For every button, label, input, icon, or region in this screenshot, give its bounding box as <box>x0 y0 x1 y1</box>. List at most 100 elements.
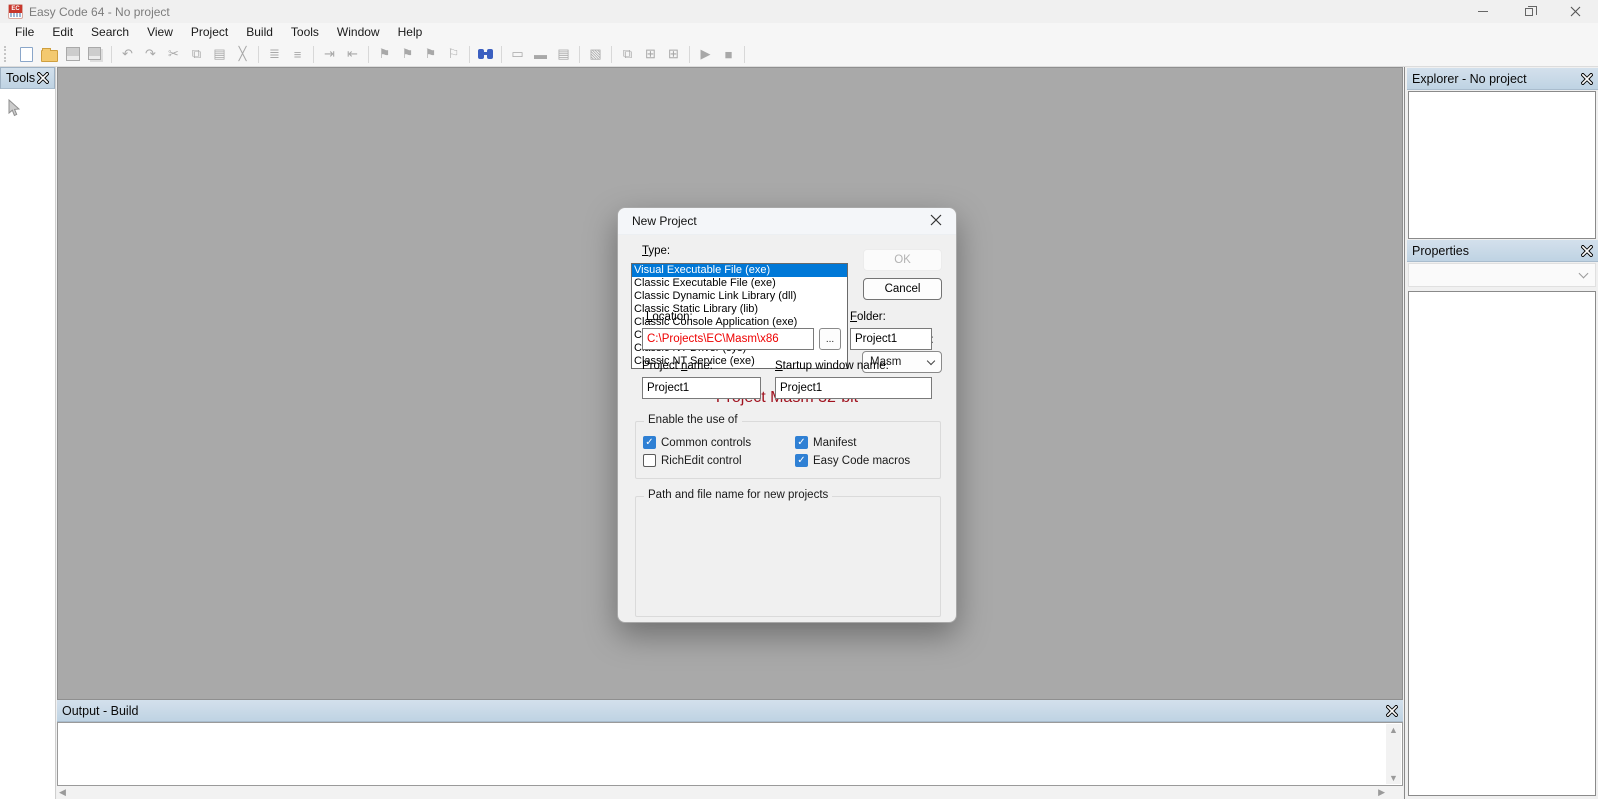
find-icon[interactable] <box>474 44 497 64</box>
toggle-bookmark-icon[interactable]: ⚑ <box>373 44 396 64</box>
menu-tools[interactable]: Tools <box>282 23 328 42</box>
enable-group: Enable the use of Common controls Manife… <box>635 421 941 479</box>
type-option[interactable]: Classic Executable File (exe) <box>632 277 847 290</box>
new-window-icon[interactable]: ▭ <box>506 44 529 64</box>
open-file-icon[interactable] <box>38 44 61 64</box>
properties-object-select[interactable] <box>1408 263 1596 287</box>
save-icon[interactable] <box>61 44 84 64</box>
menu-build[interactable]: Build <box>237 23 282 42</box>
clear-bookmarks-icon[interactable]: ⚐ <box>442 44 465 64</box>
checkbox-box[interactable] <box>795 454 808 467</box>
unindent-icon[interactable]: ⇤ <box>341 44 364 64</box>
stop-icon[interactable]: ■ <box>717 44 740 64</box>
browse-button[interactable]: ... <box>819 328 841 350</box>
output-log[interactable]: ▲ ▼ <box>57 722 1403 786</box>
restore-icon <box>1525 8 1533 16</box>
menu-edit[interactable]: Edit <box>43 23 82 42</box>
tools-panel-title: Tools <box>6 71 35 85</box>
startup-window-name-field[interactable] <box>775 377 932 399</box>
checkbox-common-controls[interactable]: Common controls <box>643 436 795 449</box>
properties-close-button[interactable] <box>1581 245 1593 257</box>
new-document-icon[interactable]: ▤ <box>552 44 575 64</box>
build-icon[interactable]: ⊞ <box>662 44 685 64</box>
close-button[interactable] <box>1552 0 1598 23</box>
tools-close-button[interactable] <box>37 72 49 84</box>
startup-window-name-label: Startup window name: <box>775 360 889 372</box>
checkbox-manifest[interactable]: Manifest <box>795 436 936 449</box>
pointer-tool[interactable] <box>7 99 20 120</box>
close-icon <box>930 214 942 226</box>
menu-project[interactable]: Project <box>182 23 237 42</box>
checkbox-easy-code-macros[interactable]: Easy Code macros <box>795 454 936 467</box>
properties-panel-header: Properties <box>1407 240 1598 262</box>
project-name-field[interactable] <box>642 377 761 399</box>
delete-icon[interactable]: ╳ <box>231 44 254 64</box>
dialog-close-button[interactable] <box>930 214 942 229</box>
location-field[interactable] <box>642 328 814 350</box>
window-properties-icon[interactable]: ▧ <box>584 44 607 64</box>
redo-icon[interactable]: ↷ <box>139 44 162 64</box>
chevron-down-icon <box>927 356 935 364</box>
right-panel-column: Explorer - No project Properties <box>1404 67 1598 799</box>
dialog-titlebar: New Project <box>618 208 956 235</box>
menu-window[interactable]: Window <box>328 23 389 42</box>
uncomment-block-icon[interactable]: ≡ <box>286 44 309 64</box>
cut-icon[interactable]: ✂ <box>162 44 185 64</box>
tools-panel: Tools <box>0 67 56 799</box>
scroll-down-icon[interactable]: ▼ <box>1389 772 1398 784</box>
close-icon <box>37 72 49 84</box>
menu-view[interactable]: View <box>138 23 182 42</box>
previous-bookmark-icon[interactable]: ⚑ <box>419 44 442 64</box>
easy-code-window: EC Easy Code 64 - No project FileEditSea… <box>0 0 1598 799</box>
checkbox-box[interactable] <box>795 436 808 449</box>
scroll-up-icon[interactable]: ▲ <box>1389 724 1398 736</box>
menu-search[interactable]: Search <box>82 23 138 42</box>
titlebar: EC Easy Code 64 - No project <box>0 0 1598 23</box>
compile-icon[interactable]: ⧉ <box>616 44 639 64</box>
new-dialog-icon[interactable]: ▬ <box>529 44 552 64</box>
checkbox-richedit-control[interactable]: RichEdit control <box>643 454 795 467</box>
copy-icon[interactable]: ⧉ <box>185 44 208 64</box>
type-option[interactable]: Classic Dynamic Link Library (dll) <box>632 290 847 303</box>
minimize-button[interactable] <box>1460 0 1506 23</box>
cursor-arrow-icon <box>7 99 20 117</box>
new-project-dialog: New Project Type: Visual Executable File… <box>617 207 957 623</box>
menubar: FileEditSearchViewProjectBuildToolsWindo… <box>0 23 1598 42</box>
toolbar-separator <box>368 46 369 63</box>
assemble-icon[interactable]: ⊞ <box>639 44 662 64</box>
scroll-left-icon[interactable]: ◀ <box>59 786 66 798</box>
folder-field[interactable] <box>850 328 932 350</box>
toolbar-separator <box>611 46 612 63</box>
cancel-button[interactable]: Cancel <box>863 278 942 300</box>
type-option[interactable]: Visual Executable File (exe) <box>632 264 847 277</box>
ok-button[interactable]: OK <box>863 249 942 271</box>
save-all-icon[interactable] <box>84 44 107 64</box>
indent-icon[interactable]: ⇥ <box>318 44 341 64</box>
explorer-close-button[interactable] <box>1581 73 1593 85</box>
next-bookmark-icon[interactable]: ⚑ <box>396 44 419 64</box>
toolbar: ↶↷✂⧉▤╳≣≡⇥⇤⚑⚑⚑⚐▭▬▤▧⧉⊞⊞▶■ <box>0 42 1598 67</box>
scroll-right-icon[interactable]: ▶ <box>1378 786 1385 798</box>
checkbox-box[interactable] <box>643 454 656 467</box>
menu-help[interactable]: Help <box>389 23 432 42</box>
undo-icon[interactable]: ↶ <box>116 44 139 64</box>
comment-block-icon[interactable]: ≣ <box>263 44 286 64</box>
minimize-icon <box>1478 11 1488 12</box>
new-file-icon[interactable] <box>15 44 38 64</box>
dialog-title: New Project <box>632 214 697 228</box>
toolbar-separator <box>501 46 502 63</box>
toolbar-grip[interactable] <box>4 46 9 62</box>
checkbox-box[interactable] <box>643 436 656 449</box>
toolbar-separator <box>258 46 259 63</box>
restore-button[interactable] <box>1506 0 1552 23</box>
paste-icon[interactable]: ▤ <box>208 44 231 64</box>
enable-group-label: Enable the use of <box>644 414 742 426</box>
properties-grid[interactable] <box>1408 291 1596 796</box>
output-close-button[interactable] <box>1386 705 1398 717</box>
run-icon[interactable]: ▶ <box>694 44 717 64</box>
explorer-tree[interactable] <box>1408 91 1596 239</box>
toolbar-separator <box>744 46 745 63</box>
output-horizontal-scrollbar[interactable]: ◀ ▶ <box>57 786 1403 799</box>
output-vertical-scrollbar[interactable]: ▲ ▼ <box>1386 724 1401 784</box>
menu-file[interactable]: File <box>6 23 43 42</box>
